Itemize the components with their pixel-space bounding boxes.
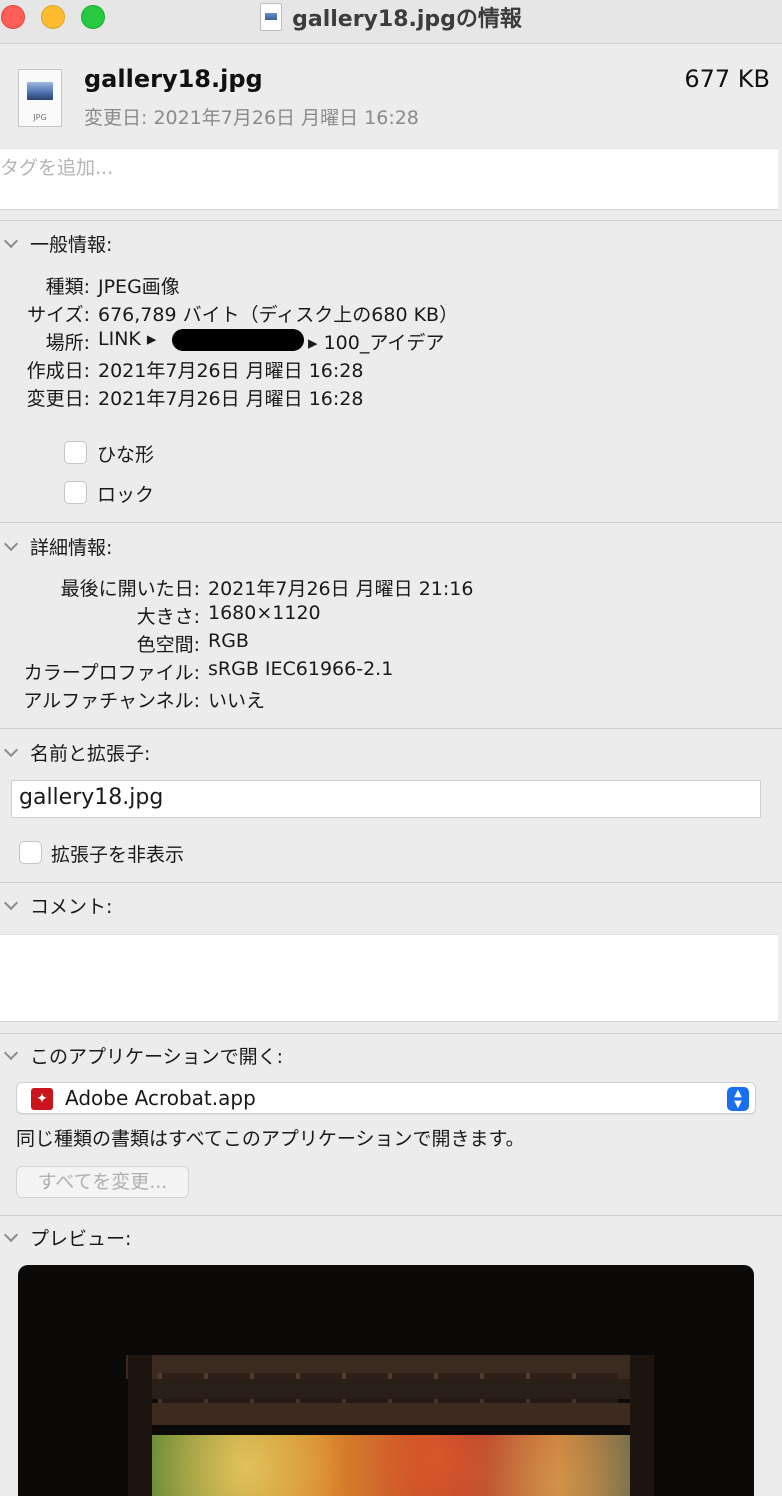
info-label: サイズ: bbox=[27, 304, 90, 326]
preview-foliage bbox=[152, 1435, 630, 1496]
file-name-input[interactable]: gallery18.jpg bbox=[11, 780, 761, 818]
image-preview bbox=[18, 1265, 754, 1496]
divider bbox=[0, 882, 782, 883]
tags-input[interactable]: タグを追加... bbox=[0, 148, 778, 210]
select-stepper-icon: ▲ ▼ bbox=[727, 1087, 749, 1111]
location-path-end: ▸ 100_アイデア bbox=[308, 332, 445, 354]
chevron-down-icon bbox=[3, 895, 19, 911]
divider bbox=[0, 728, 782, 729]
selected-app-label: Adobe Acrobat.app bbox=[65, 1086, 256, 1110]
section-preview-header[interactable]: プレビュー: bbox=[0, 1224, 782, 1254]
window-title: gallery18.jpgの情報 bbox=[292, 7, 522, 32]
window-title-area: gallery18.jpgの情報 bbox=[0, 0, 782, 34]
jpg-file-icon bbox=[260, 3, 283, 31]
dimensions-value: 1680×1120 bbox=[208, 602, 321, 624]
kind-value: JPEG画像 bbox=[98, 276, 180, 298]
preview-beam bbox=[138, 1379, 643, 1399]
info-label: 大きさ: bbox=[136, 606, 200, 628]
created-value: 2021年7月26日 月曜日 16:28 bbox=[98, 360, 364, 382]
chevron-down-icon bbox=[3, 233, 19, 249]
adobe-acrobat-icon: ✦ bbox=[31, 1088, 53, 1110]
info-label: 場所: bbox=[45, 332, 90, 354]
section-title: プレビュー: bbox=[30, 1228, 132, 1250]
open-with-note: 同じ種類の書類はすべてこのアプリケーションで開きます。 bbox=[16, 1128, 525, 1150]
alpha-channel-value: いいえ bbox=[208, 690, 266, 712]
stationery-checkbox[interactable] bbox=[64, 441, 87, 464]
section-general-header[interactable]: 一般情報: bbox=[0, 230, 782, 260]
preview-beam bbox=[138, 1403, 643, 1425]
last-opened-value: 2021年7月26日 月曜日 21:16 bbox=[208, 578, 474, 600]
section-more-info-header[interactable]: 詳細情報: bbox=[0, 533, 782, 563]
divider bbox=[0, 1215, 782, 1216]
chevron-down-icon bbox=[3, 1045, 19, 1061]
info-label: 色空間: bbox=[136, 634, 200, 656]
jpg-document-icon[interactable]: JPG bbox=[18, 69, 62, 127]
color-profile-value: sRGB IEC61966-2.1 bbox=[208, 658, 394, 680]
locked-label: ロック bbox=[97, 484, 155, 506]
size-value: 676,789 バイト（ディスク上の680 KB） bbox=[98, 304, 459, 326]
info-label: 作成日: bbox=[26, 360, 90, 382]
file-header: JPG gallery18.jpg 677 KB 変更日: 2021年7月26日… bbox=[0, 45, 782, 147]
info-label: 種類: bbox=[45, 276, 90, 298]
comments-textarea[interactable] bbox=[0, 934, 778, 1022]
file-size: 677 KB bbox=[684, 65, 770, 93]
section-title: コメント: bbox=[30, 896, 113, 918]
info-label: アルファチャンネル: bbox=[23, 690, 200, 712]
divider bbox=[0, 522, 782, 523]
section-title: 一般情報: bbox=[30, 234, 113, 256]
section-title: 名前と拡張子: bbox=[30, 743, 151, 765]
icon-extension-label: JPG bbox=[33, 113, 47, 122]
divider bbox=[0, 1033, 782, 1034]
preview-post bbox=[630, 1355, 654, 1496]
info-label: 変更日: bbox=[26, 388, 90, 410]
chevron-down-icon bbox=[3, 742, 19, 758]
open-with-app-select[interactable]: ✦ Adobe Acrobat.app ▲ ▼ bbox=[16, 1082, 756, 1114]
title-bar: gallery18.jpgの情報 bbox=[0, 0, 782, 44]
location-path-start: LINK ▸ bbox=[98, 328, 157, 350]
divider bbox=[0, 220, 782, 221]
section-title: このアプリケーションで開く: bbox=[30, 1046, 284, 1068]
locked-checkbox[interactable] bbox=[64, 481, 87, 504]
color-space-value: RGB bbox=[208, 630, 249, 652]
change-all-button[interactable]: すべてを変更... bbox=[16, 1166, 189, 1198]
section-open-with-header[interactable]: このアプリケーションで開く: bbox=[0, 1042, 782, 1072]
file-name: gallery18.jpg bbox=[84, 65, 263, 93]
section-comments-header[interactable]: コメント: bbox=[0, 892, 782, 922]
info-label: カラープロファイル: bbox=[23, 662, 200, 684]
modified-value: 2021年7月26日 月曜日 16:28 bbox=[98, 388, 364, 410]
hide-extension-label: 拡張子を非表示 bbox=[51, 844, 185, 866]
section-title: 詳細情報: bbox=[30, 537, 113, 559]
preview-post bbox=[128, 1355, 152, 1496]
image-thumbnail-icon bbox=[27, 82, 53, 100]
chevron-down-icon bbox=[3, 1227, 19, 1243]
section-name-ext-header[interactable]: 名前と拡張子: bbox=[0, 739, 782, 769]
stationery-label: ひな形 bbox=[97, 444, 155, 466]
chevron-down-icon bbox=[3, 536, 19, 552]
info-label: 最後に開いた日: bbox=[60, 578, 200, 600]
file-modified-date: 変更日: 2021年7月26日 月曜日 16:28 bbox=[84, 107, 419, 129]
hide-extension-checkbox[interactable] bbox=[19, 841, 42, 864]
redacted-path-segment bbox=[172, 329, 304, 351]
